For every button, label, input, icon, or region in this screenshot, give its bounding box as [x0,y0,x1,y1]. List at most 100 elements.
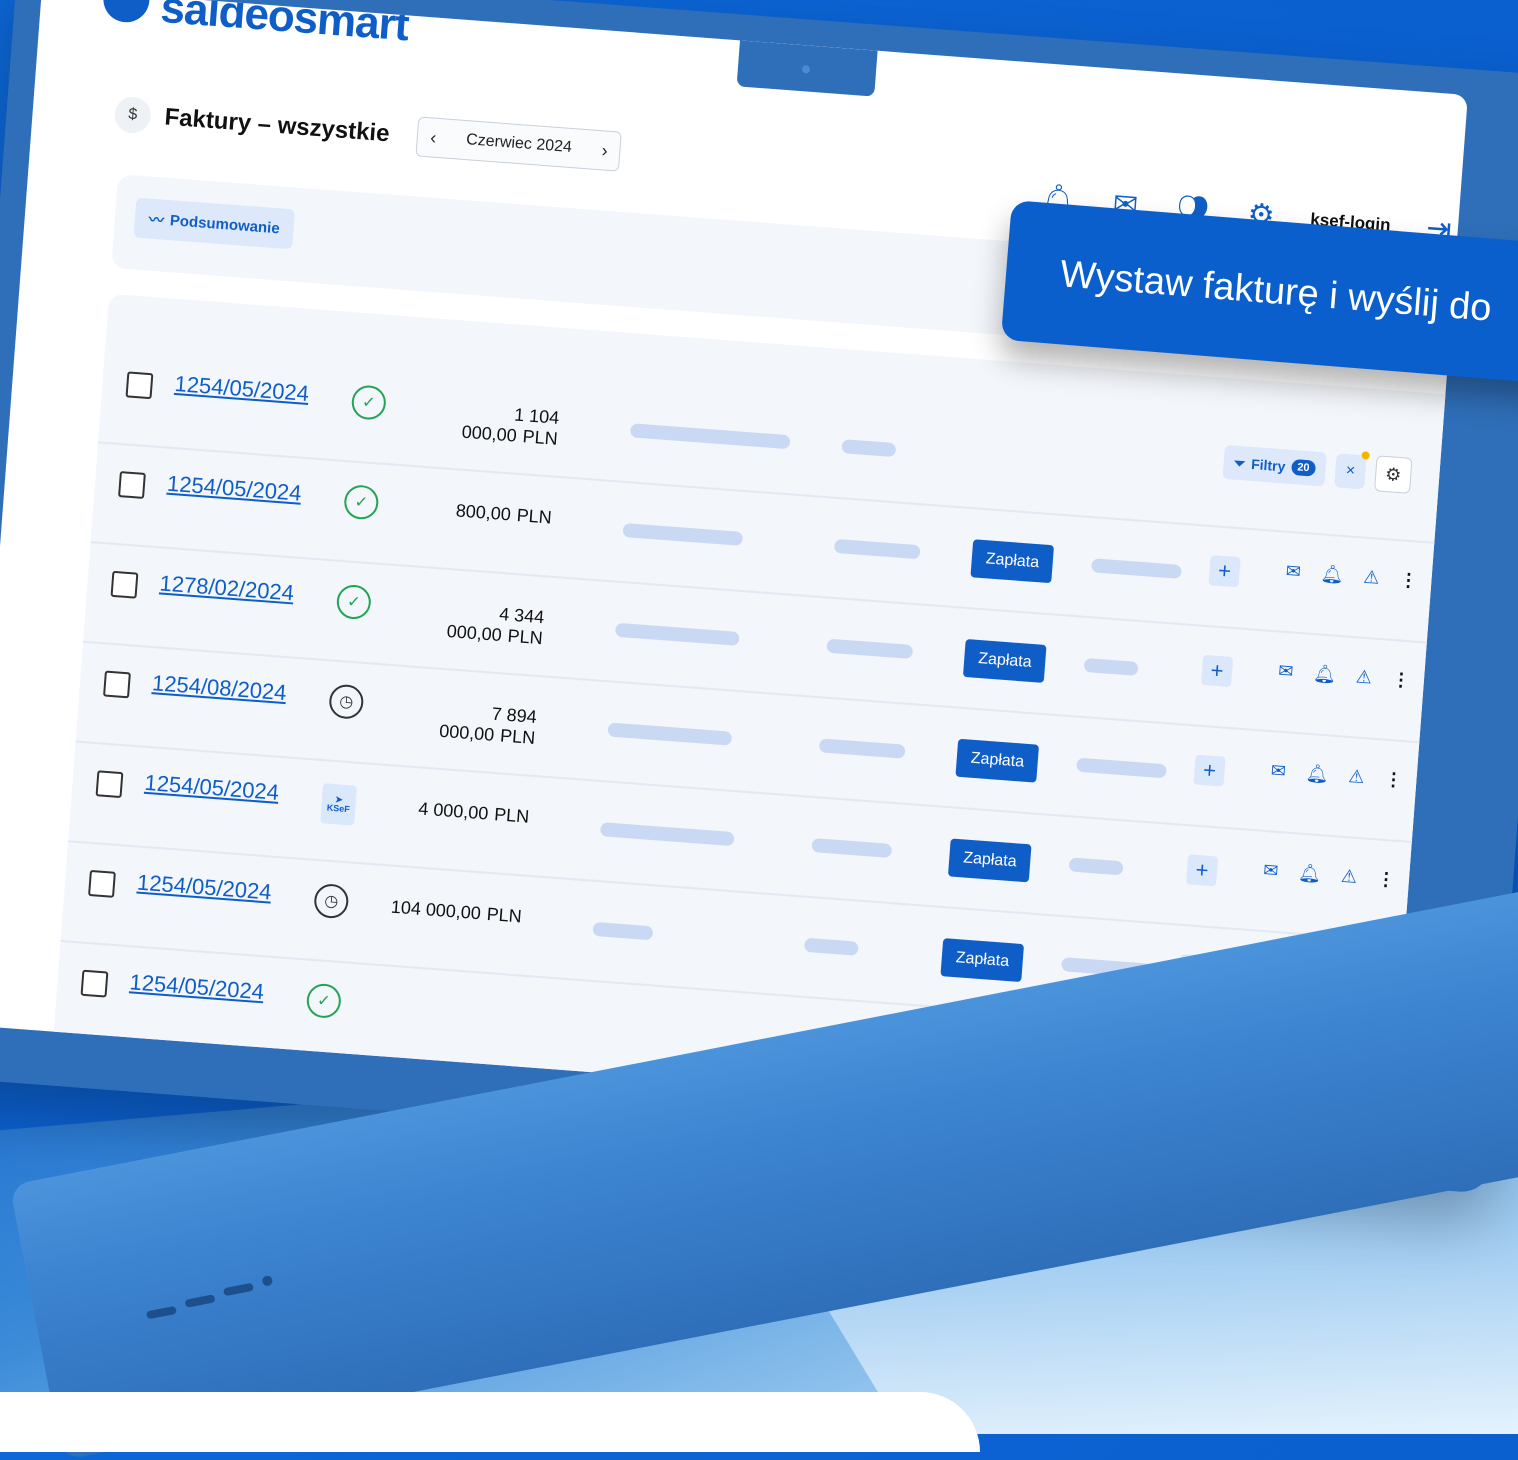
summary-button[interactable]: 〰 Podsumowanie [133,197,296,250]
row-actions: ✉ 🔔︎ ⚠︎ ⋮ [1285,561,1418,592]
placeholder-bar [599,822,735,847]
invoice-number-link[interactable]: 1254/08/2024 [151,670,287,706]
more-options-icon[interactable]: ⋮ [1376,869,1395,891]
placeholder-bar [803,937,859,956]
placeholder-bar [1068,857,1124,876]
add-button[interactable]: + [1200,654,1234,687]
camera-icon [801,65,811,74]
placeholder-bar [841,439,897,458]
ksef-icon: ➤ KSeF [320,783,358,826]
paid-check-icon: ✓ [343,484,380,521]
month-label: Czerwiec 2024 [465,131,573,157]
camera-notch [736,40,878,97]
add-button[interactable]: + [1185,854,1219,887]
comment-alert-icon[interactable]: ⚠︎ [1340,866,1358,888]
invoice-doc-icon: $ [113,95,152,135]
mail-icon[interactable]: ✉ [1270,760,1287,782]
bell-icon[interactable]: 🔔︎ [1320,563,1344,586]
invoice-number-link[interactable]: 1278/02/2024 [159,570,295,606]
invoice-amount: 800,00 PLN [413,497,552,528]
placeholder-bar [629,423,791,450]
amount-currency: PLN [499,725,536,748]
placeholder-bar [818,738,906,759]
usb-port-icon [223,1282,254,1297]
invoice-amount: 104 000,00 PLN [383,896,522,927]
add-button[interactable]: + [1193,754,1226,787]
paid-check-icon: ✓ [305,982,343,1020]
paid-check-icon: ✓ [350,384,388,421]
placeholder-bar [1083,657,1139,676]
bell-icon[interactable]: 🔔︎ [1297,863,1322,886]
month-selector[interactable]: ‹ Czerwiec 2024 › [415,116,623,172]
mail-icon[interactable]: ✉ [1285,561,1302,583]
audio-jack-icon [261,1274,274,1287]
clock-icon: ◷ [313,882,350,920]
invoice-number-link[interactable]: 1254/05/2024 [144,770,280,806]
row-checkbox[interactable] [103,670,131,699]
placeholder-bar [614,622,740,646]
row-checkbox[interactable] [88,869,116,898]
summary-label: Podsumowanie [169,211,281,237]
prev-month-button[interactable]: ‹ [430,127,437,148]
next-month-button[interactable]: › [601,140,608,161]
invoice-amount: 7 894 000,00 PLN [397,697,538,749]
placeholder-bar [811,838,893,858]
more-options-icon[interactable]: ⋮ [1384,769,1403,791]
mail-icon[interactable]: ✉ [1262,860,1280,882]
invoice-number-link[interactable]: 1254/05/2024 [174,371,310,407]
amount-currency: PLN [506,625,544,649]
pay-button[interactable]: Zapłata [955,738,1040,783]
usb-port-icon [184,1294,216,1308]
placeholder-bar [1076,757,1167,779]
more-options-icon[interactable]: ⋮ [1399,569,1418,591]
more-options-icon[interactable]: ⋮ [1391,669,1410,691]
mail-icon[interactable]: ✉ [1277,661,1295,683]
amount-currency: PLN [516,504,553,528]
page-title: Faktury – wszystkie [163,103,391,148]
comment-alert-icon[interactable]: ⚠︎ [1348,766,1366,788]
invoice-amount: 1 104 000,00 PLN [419,398,560,450]
bell-icon[interactable]: 🔔︎ [1312,663,1337,686]
ksef-label: KSeF [326,802,351,815]
row-checkbox[interactable] [110,570,139,599]
placeholder-bar [592,921,654,941]
add-button[interactable]: + [1208,555,1241,588]
trend-icon: 〰 [148,211,165,230]
usb-port-icon [145,1305,177,1320]
amount-currency: PLN [521,426,559,449]
pay-button[interactable]: Zapłata [962,638,1047,683]
row-checkbox[interactable] [125,371,154,400]
paid-check-icon: ✓ [335,583,373,621]
invoice-amount: 4 344 000,00 PLN [404,597,545,649]
app-logo: saldeosmart [159,0,411,51]
invoice-number-link[interactable]: 1254/05/2024 [166,471,302,507]
pay-button[interactable]: Zapłata [970,539,1055,584]
amount-value: 4 000,00 [417,798,490,824]
amount-value: 104 000,00 [390,896,482,924]
row-checkbox[interactable] [95,770,124,799]
pay-button[interactable]: Zapłata [940,938,1025,983]
amount-currency: PLN [486,903,523,927]
pay-button[interactable]: Zapłata [947,838,1032,883]
bell-icon[interactable]: 🔔︎ [1305,763,1329,786]
row-actions: ✉ 🔔︎ ⚠︎ ⋮ [1277,661,1411,692]
placeholder-bar [826,638,914,660]
invoice-number-link[interactable]: 1254/05/2024 [136,870,272,906]
bottom-card [0,1392,980,1452]
page-header: $ Faktury – wszystkie ‹ Czerwiec 2024 › [113,94,623,172]
logo-icon [101,0,152,24]
amount-value: 800,00 [455,500,512,525]
placeholder-bar [1091,558,1182,579]
clock-icon: ◷ [328,683,365,720]
placeholder-bar [607,722,733,746]
amount-currency: PLN [493,804,530,827]
row-checkbox[interactable] [80,969,109,998]
placeholder-bar [833,538,921,560]
comment-alert-icon[interactable]: ⚠︎ [1355,666,1373,688]
row-actions: ✉ 🔔︎ ⚠︎ ⋮ [1270,760,1403,791]
invoice-number-link[interactable]: 1254/05/2024 [129,969,265,1005]
placeholder-bar [622,522,744,546]
row-checkbox[interactable] [118,471,146,499]
row-actions: ✉ 🔔︎ ⚠︎ ⋮ [1262,860,1396,891]
comment-alert-icon[interactable]: ⚠︎ [1363,567,1381,589]
